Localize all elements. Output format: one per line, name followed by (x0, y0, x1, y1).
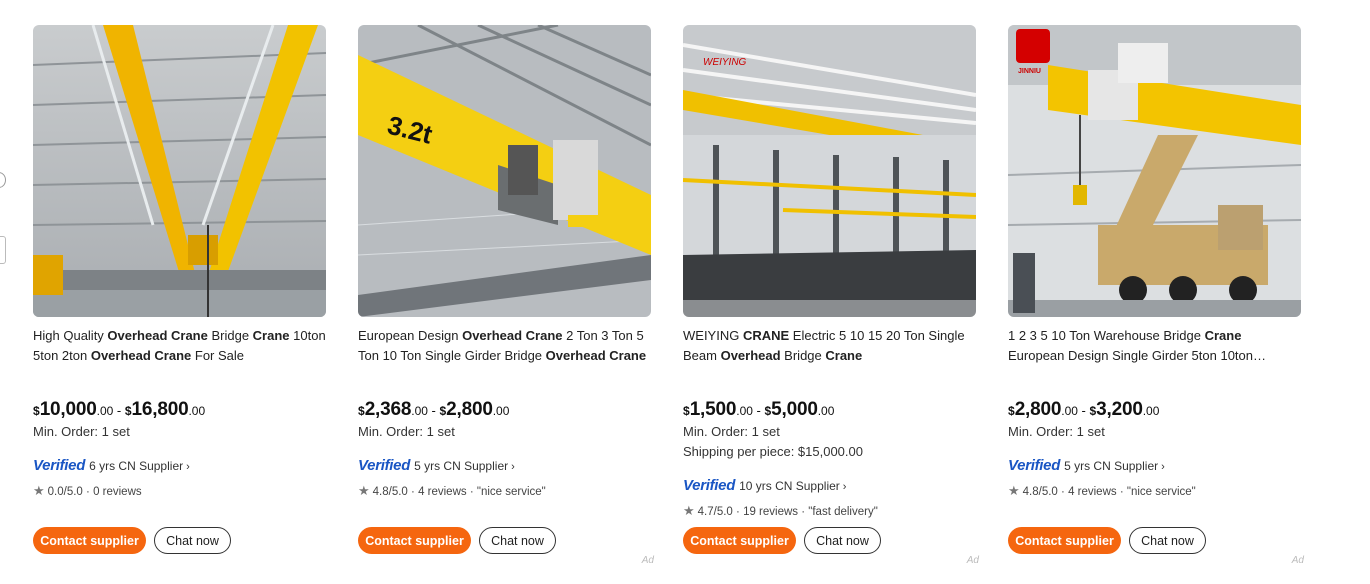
review-tag: "fast delivery" (808, 506, 878, 518)
rating-row: ★ 4.8/5.0 · 4 reviews · "nice service" (358, 483, 546, 498)
review-count: 19 reviews (743, 506, 799, 518)
review-tag: "nice service" (476, 486, 546, 498)
price-range: $2,368.00 - $2,800.00 (358, 399, 510, 420)
chevron-right-icon: › (842, 481, 847, 493)
ad-label: Ad (1291, 555, 1304, 566)
rating-value: 4.7/5.0 (697, 506, 733, 518)
product-title[interactable]: WEIYING CRANE Electric 5 10 15 20 Ton Si… (683, 326, 976, 366)
chat-now-button[interactable]: Chat now (154, 527, 231, 554)
min-order: Min. Order: 1 set (1008, 424, 1105, 439)
ad-label: Ad (641, 555, 654, 566)
supplier-link[interactable]: Verified 6 yrs CN Supplier › (33, 457, 190, 474)
title-keyword: Overhead Crane (90, 348, 192, 363)
rating-value: 4.8/5.0 (372, 486, 408, 498)
chevron-right-icon: › (511, 461, 515, 473)
contact-supplier-button[interactable]: Contact supplier (33, 527, 146, 554)
star-icon: ★ (33, 483, 45, 498)
supplier-info: 5 yrs CN Supplier (414, 459, 509, 473)
product-card[interactable]: 3.2t European Design Overhead Crane 2 To… (358, 25, 654, 580)
input-edge (0, 236, 6, 264)
chevron-right-icon: › (1161, 461, 1165, 473)
shipping-price: Shipping per piece: $15,000.00 (683, 444, 863, 459)
rating-value: 4.8/5.0 (1022, 486, 1058, 498)
rating-row: ★ 0.0/5.0 · 0 reviews (33, 483, 142, 498)
divider (0, 270, 3, 520)
supplier-link[interactable]: Verified 10 yrs CN Supplier › (683, 477, 846, 494)
product-card[interactable]: WEIYING WEIYING CRANE Electric 5 10 15 2… (683, 25, 979, 580)
verified-badge: Verified (358, 457, 411, 474)
verified-badge: Verified (683, 477, 736, 494)
star-icon: ★ (683, 503, 695, 518)
image-watermark: WEIYING (703, 57, 747, 68)
title-keyword: Overhead (720, 348, 781, 363)
chat-now-button[interactable]: Chat now (479, 527, 556, 554)
title-text: Bridge (207, 328, 253, 343)
title-text: High Quality (33, 328, 108, 343)
title-keyword: Crane (252, 328, 290, 343)
rating-value: 0.0/5.0 (47, 486, 83, 498)
product-image[interactable]: WEIYING (683, 25, 976, 317)
price-range: $10,000.00 - $16,800.00 (33, 399, 206, 420)
price-range: $2,800.00 - $3,200.00 (1008, 399, 1160, 420)
contact-supplier-button[interactable]: Contact supplier (358, 527, 471, 554)
title-keyword: Crane (1204, 328, 1242, 343)
chat-now-button[interactable]: Chat now (804, 527, 881, 554)
product-title[interactable]: High Quality Overhead Crane Bridge Crane… (33, 326, 326, 366)
supplier-link[interactable]: Verified 5 yrs CN Supplier › (1008, 457, 1165, 474)
min-order: Min. Order: 1 set (358, 424, 455, 439)
product-image[interactable]: 3.2t (358, 25, 651, 317)
title-keyword: Overhead Crane (462, 328, 563, 343)
product-card[interactable]: JINNIU 1 2 3 5 10 Ton Warehouse Bridge C… (1008, 25, 1304, 580)
product-image[interactable]: JINNIU (1008, 25, 1301, 317)
title-keyword: Overhead Crane (107, 328, 208, 343)
contact-supplier-button[interactable]: Contact supplier (1008, 527, 1121, 554)
title-text: Bridge (780, 348, 826, 363)
product-title[interactable]: 1 2 3 5 10 Ton Warehouse Bridge Crane Eu… (1008, 326, 1301, 366)
rating-row: ★ 4.8/5.0 · 4 reviews · "nice service" (1008, 483, 1196, 498)
star-icon: ★ (1008, 483, 1020, 498)
chat-now-button[interactable]: Chat now (1129, 527, 1206, 554)
supplier-info: 10 yrs CN Supplier (739, 479, 840, 493)
radio-icon (0, 172, 6, 188)
title-text: WEIYING (683, 328, 743, 343)
product-card[interactable]: High Quality Overhead Crane Bridge Crane… (33, 25, 326, 580)
review-count: 4 reviews (418, 486, 467, 498)
review-count: 4 reviews (1068, 486, 1117, 498)
review-tag: "nice service" (1126, 486, 1196, 498)
min-order: Min. Order: 1 set (33, 424, 130, 439)
price-range: $1,500.00 - $5,000.00 (683, 399, 835, 420)
supplier-info: 6 yrs CN Supplier (89, 459, 184, 473)
title-keyword: CRANE (742, 328, 790, 343)
rating-row: ★ 4.7/5.0 · 19 reviews · "fast delivery" (683, 503, 878, 518)
verified-badge: Verified (33, 457, 86, 474)
contact-supplier-button[interactable]: Contact supplier (683, 527, 796, 554)
title-text: 1 2 3 5 10 Ton Warehouse Bridge (1008, 328, 1205, 343)
min-order: Min. Order: 1 set (683, 424, 780, 439)
title-text: For Sale (191, 348, 245, 363)
title-text: European Design (358, 328, 463, 343)
title-text: European Design Single Girder 5ton 10ton… (1008, 348, 1253, 363)
title-keyword: Crane (825, 348, 863, 363)
ad-label: Ad (966, 555, 979, 566)
product-image[interactable] (33, 25, 326, 317)
review-count: 0 reviews (93, 486, 142, 498)
verified-badge: Verified (1008, 457, 1061, 474)
supplier-info: 5 yrs CN Supplier (1064, 459, 1159, 473)
product-title[interactable]: European Design Overhead Crane 2 Ton 3 T… (358, 326, 651, 366)
supplier-link[interactable]: Verified 5 yrs CN Supplier › (358, 457, 515, 474)
title-keyword: Overhead Crane (545, 348, 647, 363)
image-watermark: JINNIU (1018, 68, 1041, 75)
chevron-right-icon: › (186, 461, 190, 473)
star-icon: ★ (358, 483, 370, 498)
left-edge-partial-sidebar (0, 0, 12, 584)
